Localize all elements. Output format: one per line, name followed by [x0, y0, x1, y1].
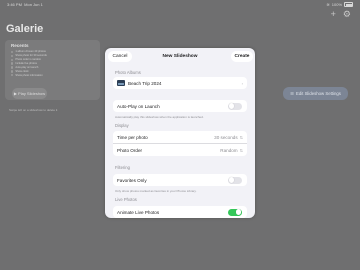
dot-icon: [11, 74, 14, 77]
sheet-navbar: Cancel New Slideshow Create: [105, 48, 255, 65]
albums-group: Beach Trip 2024 ›: [113, 77, 247, 89]
swipe-hint: Swipe left on a slideshow to delete it: [9, 108, 58, 112]
section-header-filtering: Filtering: [115, 165, 130, 170]
live-photos-group: Animate Live Photos: [113, 206, 247, 218]
top-toolbar: + ⚙: [331, 10, 351, 19]
section-header-photo-albums: Photo Albums: [115, 70, 141, 75]
recents-list: 1 album chosen 40 photos Show photo for …: [11, 50, 47, 77]
favorites-note: Only show photos marked as favorites in …: [115, 189, 197, 193]
time-per-photo-label: Time per photo: [117, 134, 148, 140]
time-per-photo-row[interactable]: Time per photo 30 seconds ⇅: [113, 131, 247, 143]
edit-slideshow-settings-button[interactable]: ☰ Edit Slideshow Settings: [283, 87, 348, 100]
dot-icon: [11, 50, 14, 54]
chevron-right-icon: ›: [241, 80, 243, 86]
album-name: Beach Trip 2024: [128, 80, 162, 86]
autoplay-row: Auto-Play on Launch: [113, 100, 247, 112]
photo-order-row[interactable]: Photo Order Random ⇅: [113, 143, 247, 156]
sliders-icon: ☰: [290, 90, 294, 96]
status-bar: 3:46 PM Mon Jun 1 ≋ 100%: [0, 0, 360, 9]
wifi-icon: ≋: [326, 2, 330, 7]
album-row[interactable]: Beach Trip 2024 ›: [113, 77, 247, 89]
battery-icon: [344, 2, 353, 7]
photo-order-label: Photo Order: [117, 147, 143, 153]
section-header-live-photos: Live Photos: [115, 197, 137, 202]
dot-icon: [11, 54, 14, 58]
favorites-row: Favorites Only: [113, 174, 247, 186]
dot-icon: [11, 66, 14, 69]
recents-title: Recents: [11, 43, 29, 48]
autoplay-toggle[interactable]: [228, 102, 242, 110]
status-time: 3:46 PM Mon Jun 1: [7, 2, 43, 7]
photo-order-value: Random: [220, 147, 238, 153]
autoplay-group: Auto-Play on Launch: [113, 100, 247, 112]
up-down-chevron-icon: ⇅: [239, 134, 243, 140]
autoplay-label: Auto-Play on Launch: [117, 103, 160, 109]
album-thumbnail: [117, 80, 125, 86]
dot-icon: [11, 70, 14, 73]
animate-live-photos-row: Animate Live Photos: [113, 206, 247, 218]
battery-percent: 100%: [331, 2, 342, 7]
list-item: Show photo information: [11, 73, 47, 77]
up-down-chevron-icon: ⇅: [239, 147, 243, 153]
filtering-group: Favorites Only: [113, 174, 247, 186]
favorites-label: Favorites Only: [117, 177, 147, 183]
autoplay-note: Automatically play this slideshow when t…: [115, 115, 204, 119]
display-group: Time per photo 30 seconds ⇅ Photo Order …: [113, 131, 247, 156]
create-button[interactable]: Create: [231, 51, 253, 62]
time-per-photo-value: 30 seconds: [214, 134, 238, 140]
favorites-toggle[interactable]: [228, 176, 242, 184]
dot-icon: [11, 62, 14, 65]
dot-icon: [11, 58, 14, 61]
page-title: Galerie: [6, 23, 44, 35]
new-slideshow-sheet: Cancel New Slideshow Create Photo Albums…: [105, 48, 255, 218]
status-right: ≋ 100%: [326, 2, 353, 7]
animate-live-photos-label: Animate Live Photos: [117, 209, 160, 215]
gear-icon[interactable]: ⚙: [343, 10, 351, 19]
section-header-display: Display: [115, 123, 129, 128]
play-slideshow-button[interactable]: ▶ Play Slideshow: [12, 88, 47, 99]
add-icon[interactable]: +: [331, 10, 336, 19]
animate-live-photos-toggle[interactable]: [228, 208, 242, 216]
